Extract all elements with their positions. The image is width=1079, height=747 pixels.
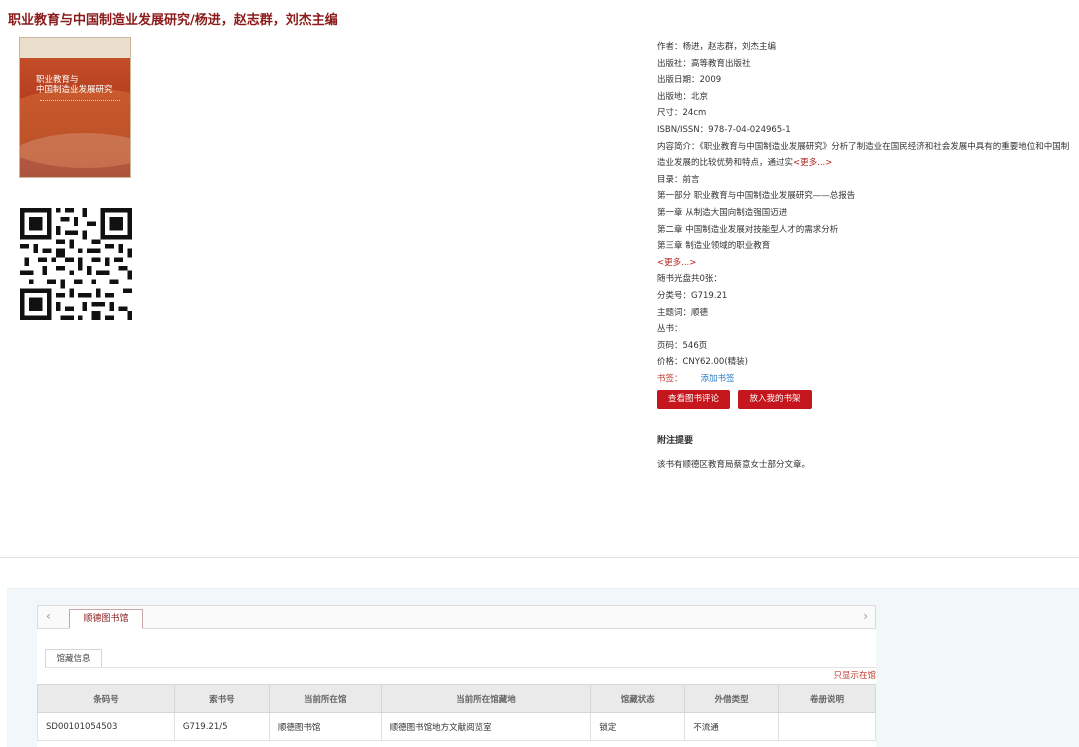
qr-code-icon [20, 208, 132, 320]
column-header: 外借类型 [684, 684, 780, 713]
holdings-content: 馆藏信息 只显示在馆 条码号 索书号 当前所在馆 当前所在馆藏地 馆藏状态 外借… [37, 629, 876, 747]
meta-toc-label: 目录：前言 [657, 174, 700, 185]
library-tabbar: ‹ 顺德图书馆 › [37, 605, 876, 629]
toc-item: 第二章 中国制造业发展对技能型人才的需求分析 [657, 224, 839, 235]
meta-summary-text: 内容简介：《职业教育与中国制造业发展研究》分析了制造业在国民经济和社会发展中具有… [657, 141, 1070, 169]
chevron-left-icon[interactable]: ‹ [46, 609, 51, 623]
meta-series: 丛书： [657, 324, 683, 335]
meta-cd: 随书光盘共0张： [657, 274, 722, 285]
column-header: 馆藏状态 [590, 684, 686, 713]
toc-item: 第一部分 职业教育与中国制造业发展研究——总报告 [657, 191, 856, 202]
book-cover-image: 职业教育与 中国制造业发展研究 [19, 37, 131, 178]
meta-size: 尺寸：24cm [657, 108, 707, 119]
meta-class-no: 分类号：G719.21 [657, 290, 728, 301]
cover-decoration [20, 133, 130, 177]
volume-note-cell [778, 712, 876, 741]
note-body: 该书有顺德区教育局蔡意女士部分文章。 [657, 460, 811, 470]
toc-item: 第一章 从制造大国向制造强国迈进 [657, 207, 788, 218]
holdings-table: 条码号 索书号 当前所在馆 当前所在馆藏地 馆藏状态 外借类型 卷册说明 SD0… [37, 684, 876, 741]
column-header: 当前所在馆藏地 [380, 684, 592, 713]
column-header: 索书号 [173, 684, 270, 713]
add-tag-link[interactable]: 添加书签 [701, 374, 735, 384]
meta-pub-date: 出版日期：2009 [657, 75, 722, 86]
cover-title-line: 中国制造业发展研究 [36, 85, 113, 95]
meta-summary: 内容简介：《职业教育与中国制造业发展研究》分析了制造业在国民经济和社会发展中具有… [657, 139, 1072, 172]
column-header: 当前所在馆 [268, 684, 382, 713]
column-header: 条码号 [37, 684, 175, 713]
cover-title-line: 职业教育与 [36, 75, 79, 85]
meta-price: 价格：CNY62.00(精装) [657, 357, 748, 368]
meta-isbn: ISBN/ISSN：978-7-04-024965-1 [657, 124, 791, 135]
add-to-shelf-button[interactable]: 放入我的书架 [738, 390, 812, 409]
tab-library[interactable]: 顺德图书馆 [69, 609, 143, 629]
call-number-cell: G719.21/5 [173, 712, 270, 741]
status-cell: 锁定 [590, 712, 686, 741]
location-cell: 顺德图书馆地方文献阅览室 [380, 712, 592, 741]
table-header-row: 条码号 索书号 当前所在馆 当前所在馆藏地 馆藏状态 外借类型 卷册说明 [37, 684, 876, 713]
toc-more-link[interactable]: <更多...> [657, 255, 1072, 272]
tags-label: 书签： [657, 373, 683, 384]
tab-underline [45, 667, 876, 668]
meta-author: 作者：杨进，赵志群，刘杰主编 [657, 42, 777, 52]
meta-tags: 书签： 添加书签 [657, 371, 1072, 388]
cover-title: 职业教育与 中国制造业发展研究 [36, 75, 126, 95]
table-row: SD00101054503 G719.21/5 顺德图书馆 顺德图书馆地方文献阅… [37, 712, 876, 741]
cover-top-band [20, 38, 130, 58]
view-review-button[interactable]: 查看图书评论 [657, 390, 730, 409]
summary-more-link[interactable]: <更多...> [793, 158, 832, 168]
tab-holding-info[interactable]: 馆藏信息 [45, 649, 102, 668]
note-heading: 附注提要 [657, 436, 694, 446]
section-divider [0, 557, 1079, 558]
barcode-cell: SD00101054503 [37, 712, 175, 741]
chevron-right-icon[interactable]: › [863, 609, 868, 623]
library-cell: 顺德图书馆 [268, 712, 382, 741]
only-show-available-link[interactable]: 只显示在馆 [833, 669, 876, 681]
column-header: 卷册说明 [778, 684, 876, 713]
toc-item: 第三章 制造业领域的职业教育 [657, 241, 771, 252]
book-title: 职业教育与中国制造业发展研究/杨进，赵志群，刘杰主编 [8, 13, 338, 28]
meta-pages: 页码：546页 [657, 340, 708, 351]
book-metadata: 作者：杨进，赵志群，刘杰主编 出版社：高等教育出版社 出版日期：2009 出版地… [657, 39, 1072, 387]
meta-subject: 主题词：顺德 [657, 307, 709, 318]
meta-pub-place: 出版地：北京 [657, 91, 709, 102]
loan-type-cell: 不流通 [684, 712, 780, 741]
meta-publisher: 出版社：高等教育出版社 [657, 58, 751, 69]
cover-authors-line [40, 100, 120, 102]
